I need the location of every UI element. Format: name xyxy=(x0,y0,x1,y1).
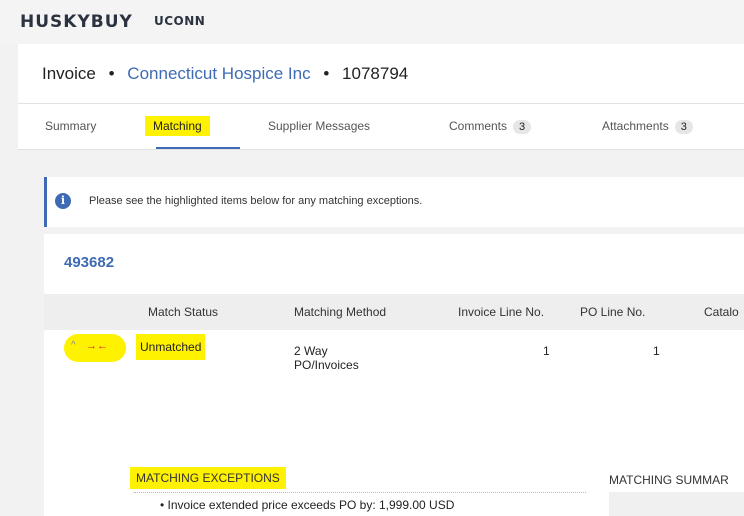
tab-matching[interactable]: Matching xyxy=(145,116,210,136)
comments-count-badge: 3 xyxy=(513,120,532,134)
table-header-row: Match Status Matching Method Invoice Lin… xyxy=(44,294,744,330)
tab-comments-label: Comments xyxy=(449,119,508,133)
document-header: Invoice • Connecticut Hospice Inc • 1078… xyxy=(18,44,744,104)
matching-alert: i Please see the highlighted items below… xyxy=(44,177,744,227)
tab-attachments-label: Attachments xyxy=(602,119,669,133)
top-bar: HUSKYBUY UCONN xyxy=(0,0,744,44)
matching-card: 493682 Match Status Matching Method Invo… xyxy=(44,234,744,516)
matching-summary-heading: MATCHING SUMMAR xyxy=(609,473,729,487)
uconn-logo[interactable]: UCONN xyxy=(154,14,205,28)
invoice-line-no-value: 1 xyxy=(543,344,550,358)
match-status-value: Unmatched xyxy=(136,334,206,360)
po-number-link[interactable]: 493682 xyxy=(64,254,114,271)
row-expander[interactable]: ^ →← xyxy=(64,334,126,362)
tab-bar: Summary Matching Supplier Messages Comme… xyxy=(18,104,744,150)
huskybuy-logo[interactable]: HUSKYBUY xyxy=(20,12,133,32)
tab-summary[interactable]: Summary xyxy=(45,119,96,133)
tab-attachments[interactable]: Attachments 3 xyxy=(602,119,693,134)
exception-item: • Invoice extended price exceeds PO by: … xyxy=(160,498,455,512)
mismatch-arrows-icon: →← xyxy=(86,340,108,352)
chevron-up-icon: ^ xyxy=(71,340,76,351)
column-catalog: Catalo xyxy=(704,305,739,319)
active-tab-indicator xyxy=(156,147,240,149)
tab-comments[interactable]: Comments 3 xyxy=(449,119,532,134)
column-po-line-no: PO Line No. xyxy=(580,305,646,319)
attachments-count-badge: 3 xyxy=(674,120,693,134)
matching-exceptions-heading: MATCHING EXCEPTIONS xyxy=(130,467,286,489)
po-line-no-value: 1 xyxy=(653,344,660,358)
method-line-2: PO/Invoices xyxy=(294,358,359,372)
invoice-number: 1078794 xyxy=(342,64,409,83)
info-icon: i xyxy=(55,193,71,209)
column-match-status: Match Status xyxy=(148,305,219,319)
matching-summary-panel xyxy=(609,492,744,516)
doc-type: Invoice xyxy=(42,64,96,83)
matching-method-value: 2 Way PO/Invoices xyxy=(294,344,359,372)
page-title: Invoice • Connecticut Hospice Inc • 1078… xyxy=(42,64,408,84)
column-invoice-line-no: Invoice Line No. xyxy=(458,305,545,319)
exceptions-divider xyxy=(134,492,586,493)
alert-message: Please see the highlighted items below f… xyxy=(89,195,423,207)
title-separator: • xyxy=(323,64,330,83)
supplier-link[interactable]: Connecticut Hospice Inc xyxy=(127,64,310,83)
tab-supplier-messages[interactable]: Supplier Messages xyxy=(268,119,370,133)
method-line-1: 2 Way xyxy=(294,344,328,358)
column-matching-method: Matching Method xyxy=(294,305,387,319)
exception-text: Invoice extended price exceeds PO by: 1,… xyxy=(167,498,455,512)
title-separator: • xyxy=(108,64,115,83)
